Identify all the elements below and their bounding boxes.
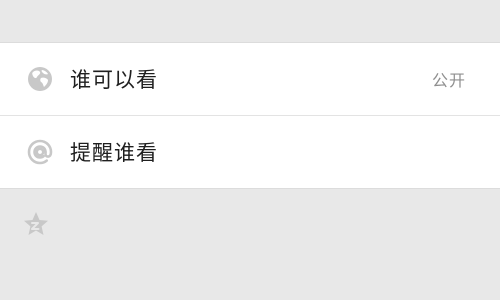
remind-row[interactable]: 提醒谁看 <box>0 115 500 188</box>
visibility-label: 谁可以看 <box>70 68 158 92</box>
visibility-value: 公开 <box>431 71 466 90</box>
globe-icon <box>27 66 53 92</box>
star-icon <box>24 212 48 235</box>
remind-label: 提醒谁看 <box>70 141 158 165</box>
post-settings-panel: 谁可以看 公开 提醒谁看 <box>0 42 500 189</box>
at-sign-icon <box>27 139 53 165</box>
visibility-row[interactable]: 谁可以看 公开 <box>0 43 500 115</box>
star-button[interactable] <box>22 210 50 238</box>
